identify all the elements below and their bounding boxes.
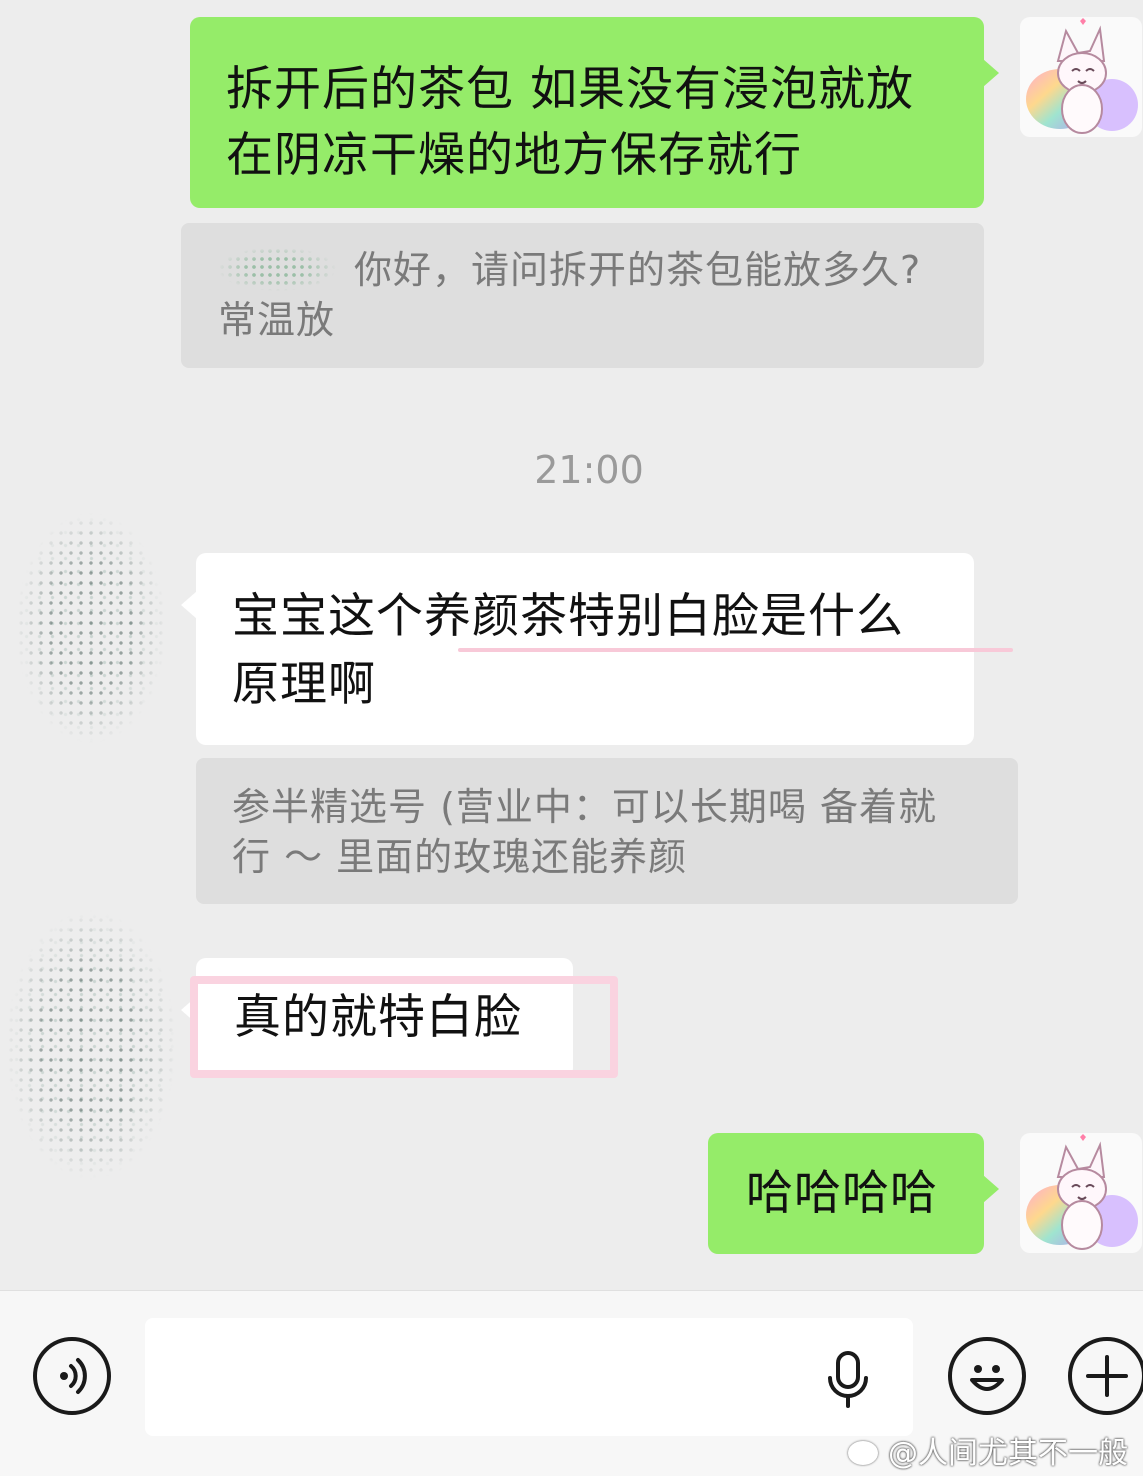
more-button[interactable] (1068, 1337, 1143, 1415)
watermark-text: @人间尤其不一般 (888, 1436, 1128, 1471)
message-text-line: 在阴凉干燥的地方保存就行 (226, 128, 802, 183)
weibo-logo-icon (848, 1441, 878, 1465)
self-avatar[interactable] (1020, 1133, 1142, 1253)
quoted-text-line: 行 ～ 里面的玫瑰还能养颜 (232, 835, 688, 879)
message-text-line: 宝宝这个养颜茶特别白脸是什么 (232, 589, 904, 644)
quoted-text-line: 参半精选号 (营业中：可以长期喝 备着就 (232, 785, 937, 829)
message-text: 哈哈哈哈 (746, 1166, 938, 1221)
sent-message-bubble[interactable]: 哈哈哈哈 (708, 1133, 999, 1254)
sent-message-bubble[interactable]: 拆开后的茶包 如果没有浸泡就放 在阴凉干燥的地方保存就行 (190, 17, 999, 208)
fox-avatar-icon (1026, 1134, 1138, 1250)
contact-avatar[interactable] (6, 905, 176, 1185)
quoted-text-line: 常温放 (218, 298, 336, 342)
contact-avatar[interactable] (16, 508, 166, 748)
emoji-button[interactable] (948, 1337, 1026, 1415)
timestamp: 21:00 (534, 448, 644, 492)
annotation-underline (458, 648, 1013, 652)
annotation-box (190, 976, 618, 1078)
plus-icon (1086, 1355, 1128, 1397)
voice-toggle-button[interactable] (33, 1337, 111, 1415)
quoted-message[interactable]: 参半精选号 (营业中：可以长期喝 备着就 行 ～ 里面的玫瑰还能养颜 (196, 758, 1018, 904)
message-input[interactable] (145, 1318, 913, 1436)
quoted-message[interactable]: 你好，请问拆开的茶包能放多久? 常温放 (181, 223, 984, 368)
voice-toggle-icon (60, 1358, 87, 1394)
message-text-line: 拆开后的茶包 如果没有浸泡就放 (226, 62, 914, 117)
quoted-text: 你好，请问拆开的茶包能放多久? (354, 248, 922, 292)
watermark: @人间尤其不一般 (848, 1428, 1128, 1472)
mic-icon[interactable] (825, 1350, 871, 1410)
emoji-icon (970, 1365, 1004, 1391)
self-avatar[interactable] (1020, 17, 1142, 137)
fox-avatar-icon (1026, 18, 1138, 134)
quoted-sender-name (218, 247, 336, 291)
message-text-line: 原理啊 (232, 657, 376, 712)
